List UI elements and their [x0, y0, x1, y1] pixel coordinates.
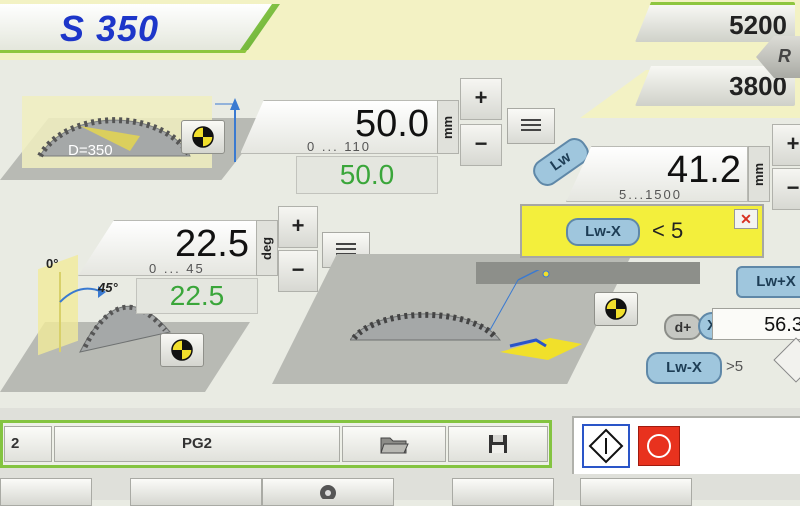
diamond-icon[interactable] — [773, 337, 800, 383]
open-program-button[interactable] — [342, 426, 446, 462]
program-number[interactable]: 2 — [4, 426, 52, 462]
length-plus-button[interactable]: + — [772, 124, 800, 166]
start-icon — [588, 428, 624, 464]
bottom-tab-up[interactable] — [130, 478, 262, 506]
fence-actual-value: 50.0 — [296, 156, 438, 194]
angle-minus-button[interactable]: − — [278, 250, 318, 292]
bottom-tab-settings[interactable] — [262, 478, 394, 506]
angle-home-button[interactable] — [160, 333, 204, 367]
angle-plus-button[interactable]: + — [278, 206, 318, 248]
length-value: 41.2 — [667, 149, 741, 191]
warning-lw-minus-x-pill: Lw-X — [566, 218, 640, 246]
fence-plus-button[interactable]: + — [460, 78, 502, 120]
save-icon — [489, 435, 507, 453]
fence-range: 0 ... 110 — [307, 139, 372, 154]
angle-mark-45: 45° — [98, 280, 118, 295]
list-icon — [521, 119, 541, 131]
bottom-tab-home[interactable] — [0, 478, 92, 506]
target-icon — [171, 339, 193, 361]
fence-unit: mm — [437, 100, 459, 154]
lw-minus-x-condition: >5 — [726, 358, 744, 375]
lw-minus-x-button[interactable]: Lw-X — [646, 352, 722, 384]
length-home-button[interactable] — [594, 292, 638, 326]
right-tab-label: R — [778, 46, 791, 66]
fence-minus-button[interactable]: − — [460, 124, 502, 166]
angle-range: 0 ... 45 — [149, 261, 205, 276]
model-title: S 350 — [60, 8, 160, 49]
length-warning-box: Lw-X < 5 ✕ — [520, 204, 764, 258]
length-value-panel[interactable]: 41.2 5...1500 — [566, 146, 748, 202]
main-saw-blade-icon — [350, 270, 582, 360]
angle-value: 22.5 — [175, 223, 249, 265]
angle-unit: deg — [256, 220, 278, 276]
angle-actual-value: 22.5 — [136, 278, 258, 314]
target-icon — [192, 126, 214, 148]
save-program-button[interactable] — [448, 426, 548, 462]
bottom-tab-extra[interactable] — [580, 478, 692, 506]
length-minus-button[interactable]: − — [772, 168, 800, 210]
counter-top: 5200 — [635, 2, 795, 42]
lw-plus-x-button[interactable]: Lw+X — [736, 266, 800, 298]
start-button[interactable] — [582, 424, 630, 468]
blade-home-button[interactable] — [181, 120, 225, 154]
program-name[interactable]: PG2 — [54, 426, 340, 462]
fence-list-button[interactable] — [507, 108, 555, 144]
x-value-field[interactable]: 56.3 — [712, 308, 800, 340]
angle-value-panel[interactable]: 22.5 0 ... 45 — [78, 220, 258, 276]
length-range: 5...1500 — [619, 187, 682, 202]
length-unit: mm — [748, 146, 770, 202]
stop-icon — [647, 434, 671, 458]
blade-diameter-label: D=350 — [68, 142, 113, 159]
warning-close-button[interactable]: ✕ — [734, 209, 758, 229]
fence-value-panel[interactable]: 50.0 0 ... 110 — [240, 100, 438, 154]
stop-button[interactable] — [638, 426, 680, 466]
gear-icon — [320, 485, 336, 499]
angle-mark-0: 0° — [46, 256, 59, 271]
folder-icon — [380, 437, 409, 454]
bottom-tab-list[interactable] — [452, 478, 554, 506]
target-icon — [605, 298, 627, 320]
d-plus-label: d+ — [664, 314, 702, 340]
warning-condition: < 5 — [652, 218, 684, 243]
